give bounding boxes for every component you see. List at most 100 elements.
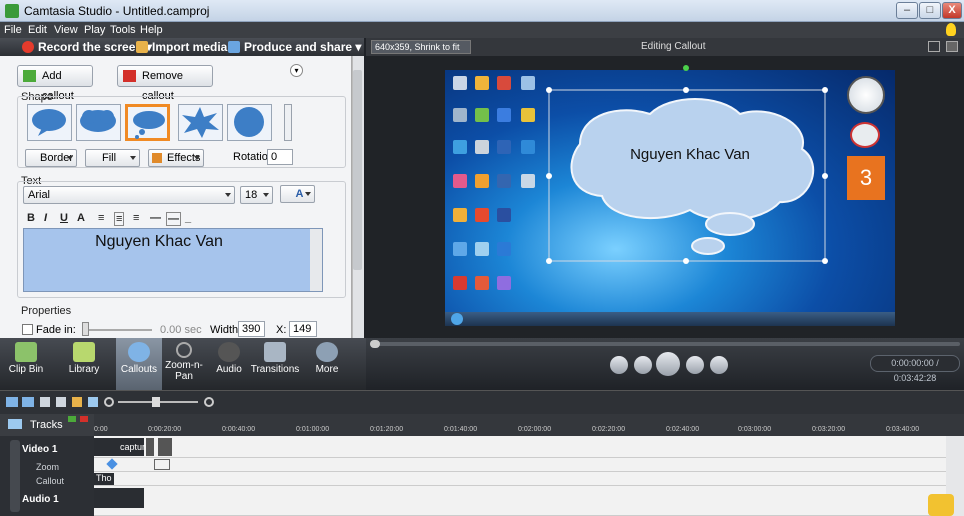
collapse-chevron-icon[interactable]: ▾ <box>290 64 303 77</box>
add-callout-button[interactable]: Add callout <box>17 65 93 102</box>
timecode-display: 0:00:00:00 / 0:03:42:28 <box>870 355 960 383</box>
rotate-handle[interactable] <box>683 65 689 71</box>
canvas-zoom-dropdown[interactable]: 640x359, Shrink to fit <box>371 40 471 54</box>
resize-handle[interactable] <box>546 258 552 264</box>
previous-clip-icon[interactable] <box>610 356 628 374</box>
video-clip[interactable] <box>158 438 172 456</box>
next-clip-icon[interactable] <box>710 356 728 374</box>
callout-text-input[interactable]: Nguyen Khac Van <box>23 228 323 292</box>
font-color-button[interactable]: A <box>280 185 315 203</box>
playhead-in-marker[interactable] <box>68 416 76 422</box>
font-size-dropdown[interactable]: 18 <box>240 186 273 204</box>
resize-handle[interactable] <box>683 87 689 93</box>
track-video-1-label[interactable]: Video 1 <box>22 444 57 455</box>
resize-handle[interactable] <box>546 173 552 179</box>
timeline-zoom-thumb[interactable] <box>152 397 160 407</box>
produce-share-button[interactable]: Produce and share ▾ <box>228 40 361 54</box>
valign-top-button[interactable]: — <box>150 212 161 224</box>
menu-tools[interactable]: Tools <box>110 24 136 36</box>
fade-in-checkbox[interactable] <box>22 324 33 335</box>
tips-lightbulb-icon[interactable] <box>946 23 956 36</box>
valign-bottom-button[interactable]: _ <box>185 212 191 224</box>
width-input[interactable]: 390 <box>238 321 265 337</box>
track-audio-1-label[interactable]: Audio 1 <box>22 494 59 505</box>
menu-file[interactable]: File <box>4 24 22 36</box>
rewind-icon[interactable] <box>634 356 652 374</box>
video-clip[interactable] <box>146 438 154 456</box>
italic-button[interactable]: I <box>44 212 47 224</box>
fit-view-icon[interactable] <box>928 41 940 52</box>
effects-dropdown[interactable]: Effects <box>148 149 204 167</box>
playback-scrubber[interactable] <box>370 342 960 346</box>
menu-play[interactable]: Play <box>84 24 105 36</box>
undo-icon[interactable] <box>6 397 18 407</box>
align-right-button[interactable]: ≡ <box>133 212 139 224</box>
align-center-button[interactable]: ≡ <box>114 212 125 226</box>
border-dropdown[interactable]: Border <box>25 149 77 167</box>
tab-transitions[interactable]: Transitions <box>250 338 300 390</box>
redo-icon[interactable] <box>22 397 34 407</box>
track-callout-label[interactable]: Callout <box>36 476 64 486</box>
resize-handle[interactable] <box>822 173 828 179</box>
paste-icon[interactable] <box>72 397 82 407</box>
font-dropdown[interactable]: Arial <box>23 186 235 204</box>
close-button[interactable]: X <box>942 2 962 19</box>
zoom-marker[interactable] <box>154 459 170 470</box>
zoom-keyframe[interactable] <box>106 458 118 470</box>
tracks-dropdown[interactable]: Tracks <box>30 419 63 431</box>
callout-clip[interactable]: Tho <box>94 473 114 485</box>
text-color-button[interactable]: A <box>77 212 85 224</box>
fade-in-slider-thumb[interactable] <box>82 322 89 336</box>
split-icon[interactable] <box>88 397 98 407</box>
zoom-in-icon[interactable] <box>204 397 214 407</box>
align-left-button[interactable]: ≡ <box>98 212 104 224</box>
valign-middle-button[interactable]: — <box>166 212 181 226</box>
resize-handle[interactable] <box>822 87 828 93</box>
resize-handle[interactable] <box>683 258 689 264</box>
resize-handle[interactable] <box>822 258 828 264</box>
bold-button[interactable]: B <box>27 212 35 224</box>
shape-speech-bubble[interactable] <box>27 104 72 141</box>
zoom-out-icon[interactable] <box>104 397 114 407</box>
underline-button[interactable]: U <box>60 212 68 224</box>
shape-burst[interactable] <box>178 104 223 141</box>
scrubber-thumb[interactable] <box>370 340 380 348</box>
playhead-out-marker[interactable] <box>80 416 88 422</box>
shape-cloud-bubble[interactable] <box>76 104 121 141</box>
tab-more[interactable]: More <box>306 338 348 390</box>
menu-help[interactable]: Help <box>140 24 163 36</box>
fast-forward-icon[interactable] <box>686 356 704 374</box>
resize-handle[interactable] <box>546 87 552 93</box>
track-zoom-label[interactable]: Zoom <box>36 462 59 472</box>
text-scrollbar[interactable] <box>310 229 322 291</box>
shape-thought-bubble[interactable] <box>125 104 170 141</box>
fade-in-slider[interactable] <box>86 329 152 331</box>
tab-clip-bin[interactable]: Clip Bin <box>0 338 52 390</box>
tab-callouts[interactable]: Callouts <box>116 338 162 390</box>
track-height-slider[interactable] <box>10 440 20 512</box>
tab-audio[interactable]: Audio <box>210 338 248 390</box>
maximize-button[interactable]: □ <box>919 2 941 19</box>
shape-scroller[interactable] <box>284 104 292 141</box>
menu-view[interactable]: View <box>54 24 78 36</box>
audio-clip[interactable] <box>94 488 144 508</box>
tab-zoom-n-pan[interactable]: Zoom-n-Pan <box>163 338 205 390</box>
shape-ellipse[interactable] <box>227 104 272 141</box>
callout-shape[interactable] <box>540 64 835 269</box>
video-clip[interactable]: captur <box>94 438 145 456</box>
detach-view-icon[interactable] <box>946 41 958 52</box>
copy-icon[interactable] <box>56 397 66 407</box>
play-icon[interactable] <box>656 352 680 376</box>
fill-dropdown[interactable]: Fill <box>85 149 140 167</box>
rotation-input[interactable]: 0 <box>267 149 293 165</box>
minimize-button[interactable]: – <box>896 2 918 19</box>
import-media-button[interactable]: Import media <box>136 40 227 54</box>
remove-callout-button[interactable]: Remove callout <box>117 65 213 102</box>
record-screen-button[interactable]: Record the screen ▾ <box>22 40 152 54</box>
x-input[interactable]: 149 <box>289 321 317 337</box>
menu-edit[interactable]: Edit <box>28 24 47 36</box>
callout-text-value: Nguyen Khac Van <box>95 233 223 250</box>
cut-icon[interactable] <box>40 397 50 407</box>
panel-scrollbar-thumb[interactable] <box>353 70 362 270</box>
tab-library[interactable]: Library <box>58 338 110 390</box>
